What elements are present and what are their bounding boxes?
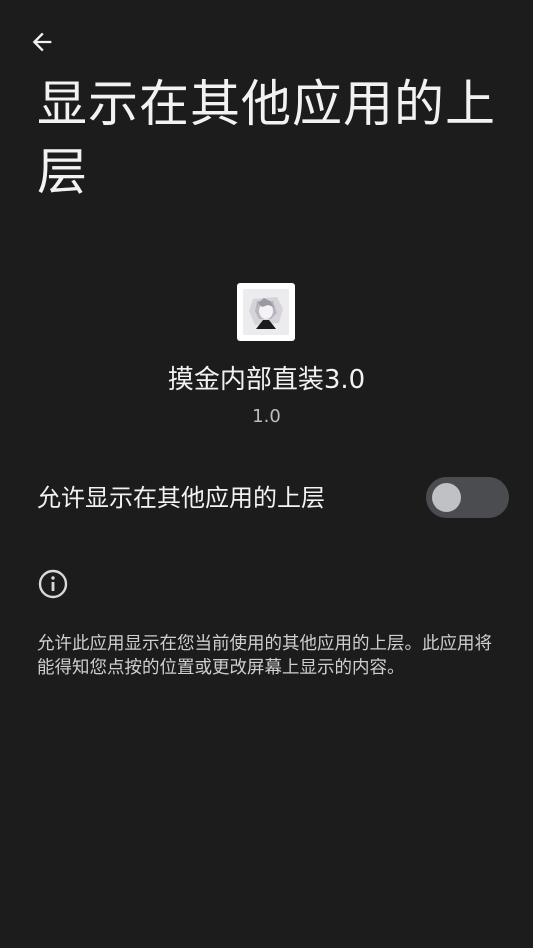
arrow-back-icon [32, 32, 52, 52]
info-description: 允许此应用显示在您当前使用的其他应用的上层。此应用将能得知您点按的位置或更改屏幕… [37, 634, 492, 678]
app-icon-artwork [243, 289, 289, 335]
page-title: 显示在其他应用的上层 [37, 75, 496, 201]
allow-overlay-toggle[interactable] [426, 477, 509, 518]
allow-overlay-label: 允许显示在其他应用的上层 [37, 484, 325, 512]
back-button[interactable] [24, 24, 60, 60]
toggle-thumb [432, 483, 461, 512]
app-icon [237, 283, 295, 341]
app-name: 摸金内部直装3.0 [167, 365, 366, 395]
app-version: 1.0 [252, 406, 281, 427]
info-icon [38, 569, 68, 599]
allow-overlay-setting-row[interactable]: 允许显示在其他应用的上层 [0, 470, 533, 526]
